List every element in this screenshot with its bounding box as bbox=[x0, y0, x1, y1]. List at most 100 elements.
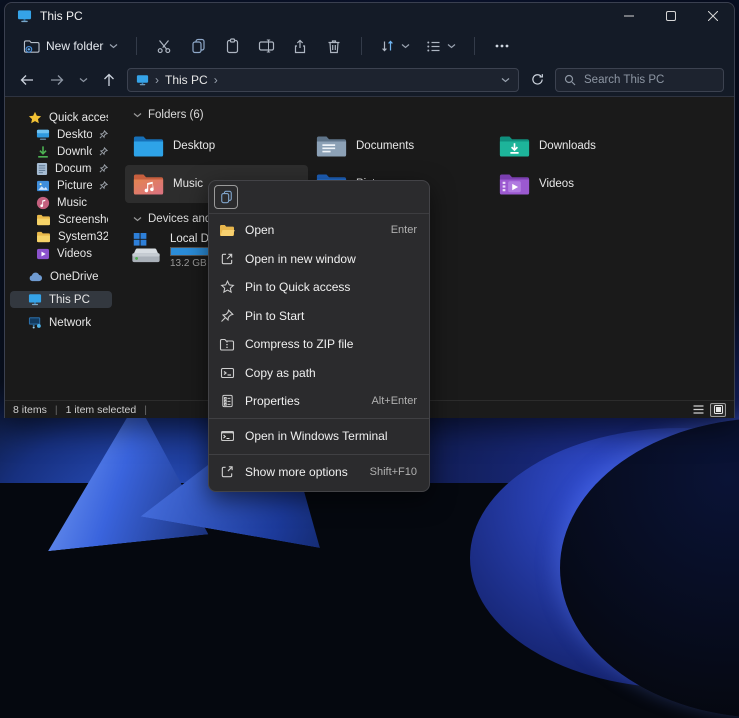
sidebar-item-desktop[interactable]: Desktop bbox=[10, 126, 112, 143]
documents-folder-icon bbox=[316, 134, 347, 159]
sidebar-item-this-pc[interactable]: This PC bbox=[10, 291, 112, 308]
new-folder-icon bbox=[23, 39, 40, 54]
terminal-icon bbox=[219, 430, 235, 442]
sidebar-item-quick-access[interactable]: Quick access bbox=[10, 109, 112, 126]
status-divider: | bbox=[144, 404, 147, 416]
sidebar-item-music[interactable]: Music bbox=[10, 194, 112, 211]
downloads-icon bbox=[36, 145, 50, 159]
document-icon bbox=[36, 162, 48, 176]
desktop-folder-icon bbox=[133, 134, 164, 159]
address-bar[interactable]: › This PC › bbox=[127, 68, 519, 92]
sidebar-item-label: Documents bbox=[55, 163, 92, 175]
refresh-button[interactable] bbox=[525, 68, 549, 92]
menu-item-properties[interactable]: Properties Alt+Enter bbox=[209, 387, 429, 416]
pin-icon bbox=[99, 181, 108, 190]
onedrive-icon bbox=[28, 272, 43, 282]
folders-section-header[interactable]: Folders (6) bbox=[133, 109, 734, 121]
context-menu-items: Open Enter Open in new window Pin to Qui… bbox=[209, 214, 429, 490]
breadcrumb[interactable]: This PC bbox=[165, 73, 208, 87]
menu-item-copy-as-path[interactable]: Copy as path bbox=[209, 359, 429, 388]
address-dropdown-chevron-icon[interactable] bbox=[501, 77, 510, 83]
folder-tile-label: Documents bbox=[356, 140, 414, 152]
menu-item-label: Open in Windows Terminal bbox=[245, 429, 388, 443]
folder-tile-downloads[interactable]: Downloads bbox=[491, 127, 674, 165]
navigation-pane: Quick access Desktop Downloads bbox=[5, 97, 117, 400]
sidebar-item-documents[interactable]: Documents bbox=[10, 160, 112, 177]
local-disk-icon bbox=[130, 231, 162, 267]
chevron-collapse-icon bbox=[133, 216, 142, 222]
share-button[interactable] bbox=[285, 33, 315, 59]
breadcrumb-separator: › bbox=[214, 73, 218, 87]
details-view-button[interactable] bbox=[690, 403, 706, 417]
window-title: This PC bbox=[40, 9, 83, 23]
window-chrome: This PC New folder bbox=[5, 3, 734, 97]
toolbar-divider bbox=[136, 37, 137, 55]
search-input[interactable] bbox=[582, 73, 715, 87]
sidebar-item-label: Music bbox=[57, 197, 87, 209]
back-button[interactable] bbox=[15, 68, 39, 92]
up-button[interactable] bbox=[97, 68, 121, 92]
sidebar-item-pictures[interactable]: Pictures bbox=[10, 177, 112, 194]
menu-item-open[interactable]: Open Enter bbox=[209, 216, 429, 245]
desktop-icon bbox=[36, 128, 50, 141]
minimize-button[interactable] bbox=[608, 3, 650, 29]
maximize-button[interactable] bbox=[650, 3, 692, 29]
this-pc-icon bbox=[17, 9, 32, 23]
selection-count: 1 item selected bbox=[66, 404, 137, 416]
large-icons-view-button[interactable] bbox=[710, 403, 726, 417]
sort-button[interactable] bbox=[374, 35, 416, 57]
more-options-button[interactable] bbox=[487, 33, 517, 59]
sidebar-item-system32[interactable]: System32 bbox=[10, 228, 112, 245]
menu-item-open-in-new-window[interactable]: Open in new window bbox=[209, 245, 429, 274]
close-button[interactable] bbox=[692, 3, 734, 29]
toolbar-divider bbox=[361, 37, 362, 55]
item-count: 8 items bbox=[13, 404, 47, 416]
sidebar-item-screenshots[interactable]: Screenshots bbox=[10, 211, 112, 228]
zip-icon bbox=[219, 338, 235, 351]
menu-item-compress-to-zip[interactable]: Compress to ZIP file bbox=[209, 330, 429, 359]
delete-button[interactable] bbox=[319, 33, 349, 59]
sidebar-item-videos[interactable]: Videos bbox=[10, 245, 112, 262]
menu-item-label: Copy as path bbox=[245, 366, 316, 380]
copy-button[interactable] bbox=[183, 33, 213, 59]
menu-item-open-in-windows-terminal[interactable]: Open in Windows Terminal bbox=[209, 421, 429, 452]
recent-locations-chevron-icon[interactable] bbox=[75, 68, 91, 92]
properties-icon bbox=[219, 394, 235, 408]
downloads-folder-icon bbox=[499, 134, 530, 159]
status-divider: | bbox=[55, 404, 58, 416]
folder-tile-documents[interactable]: Documents bbox=[308, 127, 491, 165]
view-button[interactable] bbox=[420, 36, 462, 57]
search-box[interactable] bbox=[555, 68, 724, 92]
titlebar[interactable]: This PC bbox=[5, 3, 734, 29]
folder-tile-videos[interactable]: Videos bbox=[491, 165, 674, 203]
sidebar-item-label: OneDrive bbox=[50, 271, 99, 283]
sidebar-item-label: Network bbox=[49, 317, 91, 329]
menu-item-pin-to-quick-access[interactable]: Pin to Quick access bbox=[209, 273, 429, 302]
pin-quick-access-icon bbox=[219, 280, 235, 294]
videos-icon bbox=[36, 248, 50, 260]
menu-item-label: Pin to Start bbox=[245, 309, 304, 323]
rename-button[interactable] bbox=[251, 33, 281, 59]
sidebar-item-downloads[interactable]: Downloads bbox=[10, 143, 112, 160]
menu-divider bbox=[209, 418, 429, 419]
new-folder-button[interactable]: New folder bbox=[17, 35, 124, 58]
copy-quick-action-button[interactable] bbox=[214, 185, 238, 209]
sidebar-item-network[interactable]: Network bbox=[10, 314, 112, 331]
menu-item-pin-to-start[interactable]: Pin to Start bbox=[209, 302, 429, 331]
context-menu: Open Enter Open in new window Pin to Qui… bbox=[208, 180, 430, 492]
menu-item-label: Open in new window bbox=[245, 252, 356, 266]
menu-item-label: Properties bbox=[245, 394, 300, 408]
open-folder-icon bbox=[219, 224, 235, 237]
folders-section-label: Folders (6) bbox=[148, 109, 204, 121]
folder-tile-desktop[interactable]: Desktop bbox=[125, 127, 308, 165]
sidebar-item-onedrive[interactable]: OneDrive bbox=[10, 268, 112, 285]
paste-button[interactable] bbox=[217, 33, 247, 59]
cut-button[interactable] bbox=[149, 33, 179, 59]
chevron-down-icon bbox=[109, 43, 118, 49]
folder-tile-label: Videos bbox=[539, 178, 574, 190]
breadcrumb-separator: › bbox=[155, 73, 159, 87]
sidebar-item-label: This PC bbox=[49, 294, 90, 306]
menu-item-label: Open bbox=[245, 223, 274, 237]
forward-button[interactable] bbox=[45, 68, 69, 92]
menu-divider bbox=[209, 454, 429, 455]
